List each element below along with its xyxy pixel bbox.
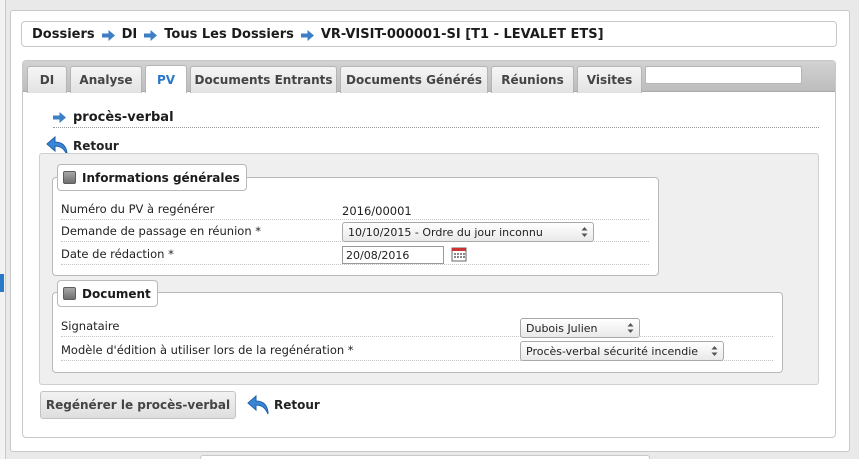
retour-label: Retour	[274, 398, 320, 412]
tab-search-input[interactable]	[645, 66, 802, 84]
legend-text: Document	[82, 286, 151, 301]
modele-edition-select[interactable]: Procès-verbal sécurité incendie	[520, 341, 724, 361]
breadcrumb-item-dossier: VR-VISIT-000001-SI [T1 - LEVALET ETS]	[320, 26, 604, 42]
breadcrumb-item-tous-les-dossiers[interactable]: Tous Les Dossiers	[164, 27, 294, 42]
field-label-modele-edition: Modèle d'édition à utiliser lors de la r…	[61, 343, 354, 357]
select-caret-icon	[711, 346, 718, 356]
field-label-date-redaction: Date de rédaction *	[61, 247, 174, 261]
arrow-right-icon	[101, 29, 115, 41]
undo-arrow-icon	[247, 394, 269, 415]
field-label-numero-pv: Numéro du PV à regénérer	[61, 202, 215, 216]
breadcrumb-item-dossiers[interactable]: Dossiers	[32, 27, 95, 42]
retour-label: Retour	[73, 139, 119, 153]
tab-reunions[interactable]: Réunions	[491, 66, 574, 93]
legend-text: Informations générales	[82, 170, 240, 185]
arrow-right-icon	[144, 29, 158, 41]
legend-document[interactable]: Document	[57, 280, 158, 307]
legend-informations-generales[interactable]: Informations générales	[57, 164, 247, 191]
select-value: Dubois Julien	[526, 321, 598, 335]
section-title-text: procès-verbal	[73, 109, 174, 125]
retour-link-bottom[interactable]: Retour	[247, 394, 320, 416]
section-title: procès-verbal	[53, 107, 819, 128]
sidebar-active-marker	[0, 274, 4, 292]
regenerate-pv-button[interactable]: Regénérer le procès-verbal	[40, 391, 236, 419]
calendar-icon[interactable]	[451, 246, 467, 262]
collapse-toggle-icon[interactable]	[63, 287, 76, 300]
select-value: 10/10/2015 - Ordre du jour inconnu	[348, 225, 543, 239]
select-value: Procès-verbal sécurité incendie	[526, 344, 699, 358]
tab-analyse[interactable]: Analyse	[70, 66, 142, 93]
tab-pv[interactable]: PV	[145, 65, 187, 93]
tab-bar: DI Analyse PV Documents Entrants Documen…	[23, 61, 835, 93]
date-value: 20/08/2016	[346, 248, 410, 262]
field-label-signataire: Signataire	[61, 319, 120, 333]
left-sidebar-edge	[0, 0, 6, 459]
form-row: Signataire	[61, 316, 773, 337]
breadcrumb: Dossiers DI Tous Les Dossiers VR-VISIT-0…	[21, 21, 837, 47]
arrow-right-icon	[300, 29, 314, 41]
arrow-right-icon	[53, 111, 66, 123]
breadcrumb-item-di[interactable]: DI	[122, 27, 138, 42]
tab-documents-entrants[interactable]: Documents Entrants	[190, 66, 337, 93]
field-value-numero-pv: 2016/00001	[342, 204, 412, 218]
select-caret-icon	[581, 227, 588, 237]
bottom-panel-edge	[200, 455, 650, 459]
demande-passage-select[interactable]: 10/10/2015 - Ordre du jour inconnu	[342, 222, 594, 242]
select-caret-icon	[627, 323, 634, 333]
field-label-demande-passage: Demande de passage en réunion *	[61, 224, 262, 238]
date-redaction-input[interactable]: 20/08/2016	[342, 246, 444, 264]
collapse-toggle-icon[interactable]	[63, 171, 76, 184]
signataire-select[interactable]: Dubois Julien	[520, 318, 640, 338]
tab-documents-generes[interactable]: Documents Générés	[340, 66, 488, 93]
tab-visites[interactable]: Visites	[577, 66, 642, 93]
tab-di[interactable]: DI	[27, 66, 67, 93]
